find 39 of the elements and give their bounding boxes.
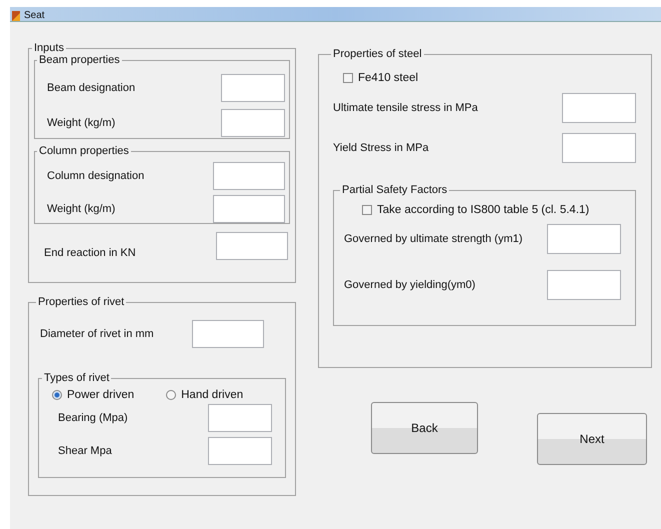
field-label: Shear Mpa	[58, 444, 112, 456]
input-field[interactable]	[208, 404, 272, 432]
checkbox[interactable]: Take according to IS800 table 5 (cl. 5.4.1)	[342, 204, 621, 216]
input-field[interactable]	[213, 194, 285, 222]
radio-option[interactable]: Power driven	[52, 389, 134, 401]
input-field[interactable]	[213, 162, 285, 190]
field-label: Governed by yielding(ym0)	[343, 279, 476, 291]
app-icon	[12, 11, 20, 21]
field-label: Ultimate tensile stress in MPa	[333, 102, 478, 114]
window-title: Seat	[24, 10, 45, 21]
input-field[interactable]	[192, 320, 264, 348]
field-label: Weight (kg/m)	[47, 116, 116, 128]
field-label: Yield Stress in MPa	[333, 142, 429, 154]
next-button[interactable]: Next	[537, 413, 647, 465]
field-label: Beam designation	[47, 82, 136, 94]
checkbox[interactable]: Fe410 steel	[333, 72, 636, 84]
input-field[interactable]	[562, 93, 636, 123]
input-field[interactable]	[208, 436, 272, 464]
input-field[interactable]	[216, 232, 288, 260]
panel-title: Beam properties	[38, 54, 121, 66]
field-label: Weight (kg/m)	[47, 202, 116, 214]
radio-option[interactable]: Hand driven	[166, 389, 244, 401]
input-field[interactable]	[221, 74, 285, 102]
panel-title: Column properties	[38, 145, 130, 157]
panel-title: Partial Safety Factors	[341, 184, 448, 196]
back-button[interactable]: Back	[371, 402, 478, 454]
input-field[interactable]	[547, 224, 621, 254]
input-field[interactable]	[221, 108, 285, 136]
panel-title: Properties of rivet	[37, 296, 126, 308]
field-label: End reaction in KN	[44, 247, 136, 259]
panel-title: Inputs	[33, 42, 65, 54]
input-field[interactable]	[562, 133, 636, 163]
field-label: Column designation	[47, 170, 144, 182]
field-label: Bearing (Mpa)	[58, 412, 128, 424]
panel-title: Types of rivet	[43, 372, 110, 384]
field-label: Governed by ultimate strength (ym1)	[343, 233, 523, 245]
panel-title: Properties of steel	[332, 48, 423, 60]
input-field[interactable]	[547, 270, 621, 300]
field-label: Diameter of rivet in mm	[39, 328, 154, 340]
